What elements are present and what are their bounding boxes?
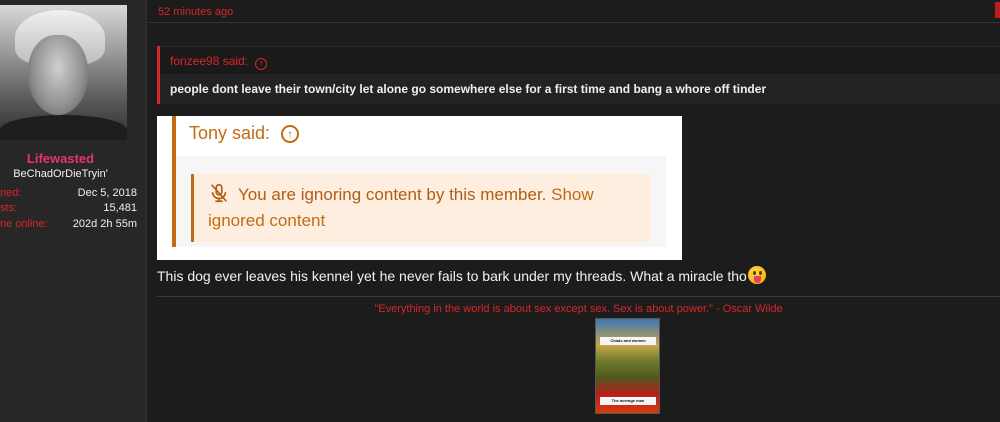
post-body-text: This dog ever leaves his kennel yet he n… bbox=[157, 268, 747, 284]
post-body: This dog ever leaves his kennel yet he n… bbox=[157, 266, 766, 284]
quote-header[interactable]: fonzee98 said: ↑ bbox=[160, 46, 1000, 74]
avatar[interactable] bbox=[0, 5, 127, 140]
user-info-panel: Lifewasted BeChadOrDieTryin' ned: Dec 5,… bbox=[0, 0, 147, 422]
stat-value: 202d 2h 55m bbox=[72, 218, 137, 230]
signature-image[interactable]: Chads and women The average man bbox=[595, 318, 660, 414]
ignored-content-notice: You are ignoring content by this member.… bbox=[191, 174, 651, 242]
tongue-emoji-icon bbox=[747, 266, 766, 284]
arrow-up-circle-icon[interactable]: ↑ bbox=[255, 58, 268, 70]
stat-label: ne online: bbox=[0, 218, 48, 230]
divider bbox=[148, 22, 1000, 23]
quote-author[interactable]: fonzee98 said: bbox=[170, 54, 248, 68]
avatar-face bbox=[28, 35, 88, 115]
nested-quote: Tony said: ↑ You are ignoring content by… bbox=[172, 116, 666, 247]
arrow-up-circle-icon: ↑ bbox=[281, 125, 300, 143]
nested-quote-author: Tony said: bbox=[189, 123, 271, 143]
quote-text: people dont leave their town/city let al… bbox=[160, 74, 1000, 104]
post-content: 52 minutes ago fonzee98 said: ↑ people d… bbox=[148, 0, 1000, 422]
stat-value: Dec 5, 2018 bbox=[77, 187, 137, 199]
mic-off-icon bbox=[211, 183, 227, 203]
ignore-message: You are ignoring content by this member. bbox=[238, 185, 547, 204]
user-title: BeChadOrDieTryin' bbox=[13, 168, 108, 180]
embedded-screenshot: Tony said: ↑ You are ignoring content by… bbox=[157, 116, 682, 260]
sig-image-caption-top: Chads and women bbox=[600, 337, 656, 345]
stat-label: ned: bbox=[0, 187, 22, 199]
signature-divider bbox=[157, 296, 1000, 297]
stat-value: 15,481 bbox=[103, 202, 137, 214]
edge-marker bbox=[995, 2, 1000, 18]
avatar-shoulders bbox=[0, 115, 127, 140]
quote-block: fonzee98 said: ↑ people dont leave their… bbox=[157, 46, 1000, 104]
sig-image-caption-bottom: The average man bbox=[600, 397, 656, 405]
signature-quote: "Everything in the world is about sex ex… bbox=[374, 303, 783, 315]
stat-posts: sts: 15,481 bbox=[0, 202, 137, 217]
post-timestamp[interactable]: 52 minutes ago bbox=[158, 6, 233, 18]
stat-joined: ned: Dec 5, 2018 bbox=[0, 187, 137, 202]
username-link[interactable]: Lifewasted bbox=[0, 151, 121, 166]
stat-label: sts: bbox=[0, 202, 18, 214]
nested-quote-header: Tony said: ↑ bbox=[176, 116, 666, 156]
stat-online-time: ne online: 202d 2h 55m bbox=[0, 218, 137, 233]
